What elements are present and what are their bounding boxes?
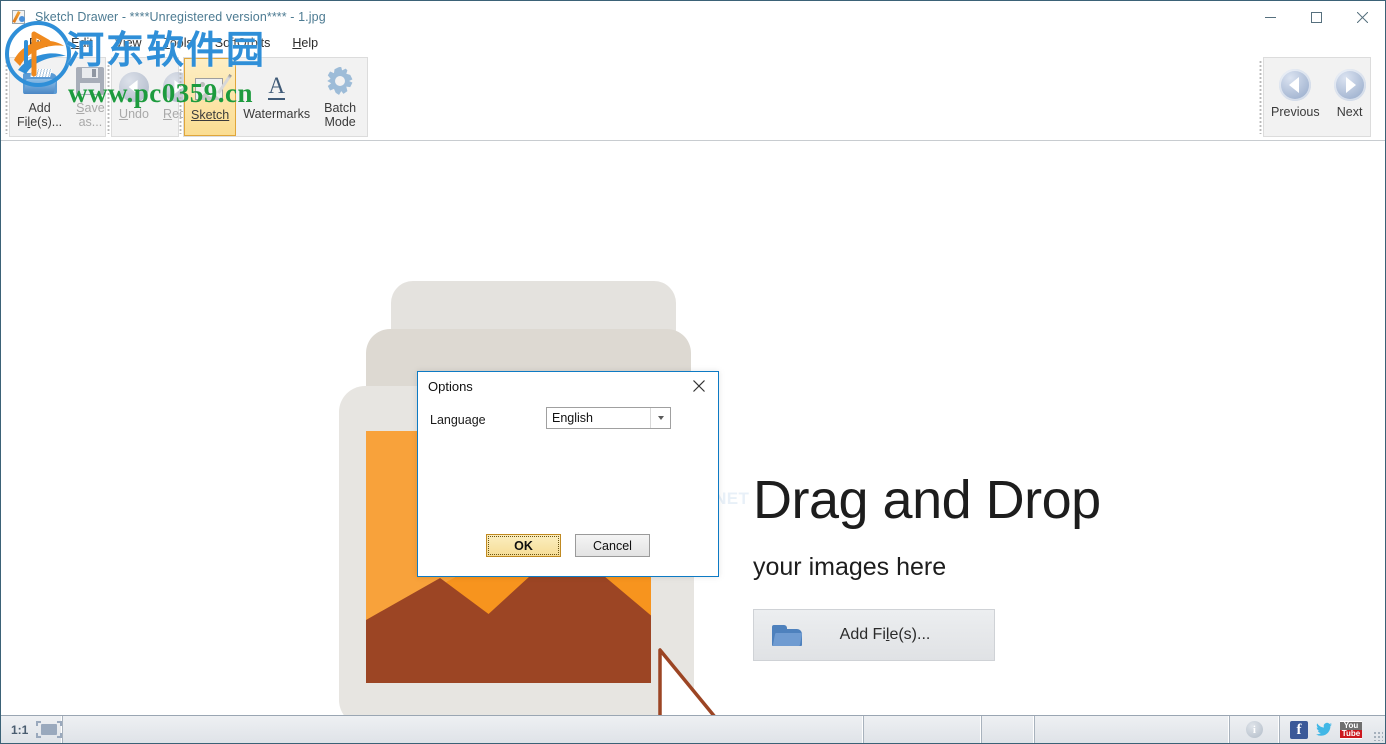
close-icon[interactable] bbox=[1339, 1, 1385, 33]
right-circle-arrow-icon bbox=[1334, 69, 1366, 101]
menu-softorbits[interactable]: SoftOrbits bbox=[204, 33, 282, 54]
application-window: Sketch Drawer - ****Unregistered version… bbox=[0, 0, 1386, 744]
title-bar: Sketch Drawer - ****Unregistered version… bbox=[1, 1, 1385, 33]
status-panel-3 bbox=[982, 716, 1035, 743]
letter-a-icon: A bbox=[263, 73, 291, 101]
dialog-title: Options bbox=[428, 379, 473, 394]
maximize-icon[interactable] bbox=[1293, 1, 1339, 33]
youtube-tube-label: Tube bbox=[1340, 730, 1362, 738]
toolbar-group-history: Undo Redo bbox=[111, 57, 179, 137]
minimize-icon[interactable] bbox=[1247, 1, 1293, 33]
menu-file[interactable]: File bbox=[18, 33, 60, 54]
next-label: Next bbox=[1337, 105, 1363, 119]
drop-subheadline: your images here bbox=[753, 553, 1101, 581]
toolbar: Add File(s)... Save as... bbox=[1, 54, 1385, 141]
language-label: Language bbox=[430, 413, 486, 427]
fit-to-screen-icon[interactable] bbox=[36, 721, 62, 738]
facebook-icon[interactable]: f bbox=[1290, 721, 1308, 739]
window-title: Sketch Drawer - ****Unregistered version… bbox=[35, 10, 326, 24]
zoom-level-label: 1:1 bbox=[11, 723, 28, 737]
menu-tools[interactable]: Tools bbox=[153, 33, 204, 54]
add-files-button[interactable]: Add File(s)... bbox=[10, 58, 69, 136]
menu-bar: File Edit View Tools SoftOrbits Help bbox=[1, 33, 1385, 54]
gear-icon bbox=[326, 67, 354, 95]
sketch-label: Sketch bbox=[191, 108, 229, 122]
drop-headline: Drag and Drop bbox=[753, 471, 1101, 529]
zoom-level-panel[interactable]: 1:1 bbox=[1, 716, 63, 743]
menu-edit-label: dit bbox=[80, 36, 93, 50]
menu-file-label: ile bbox=[37, 36, 50, 50]
dialog-close-icon[interactable] bbox=[684, 375, 714, 397]
cursor-arrow-icon bbox=[654, 646, 734, 715]
left-circle-arrow-icon bbox=[1279, 69, 1311, 101]
watermarks-label: Watermarks bbox=[243, 107, 310, 121]
menu-edit-mnemonic: E bbox=[71, 36, 79, 50]
status-panel-2 bbox=[864, 716, 982, 743]
window-controls bbox=[1247, 1, 1385, 33]
cancel-button[interactable]: Cancel bbox=[575, 534, 650, 557]
undo-arrow-icon bbox=[119, 72, 149, 102]
social-links: f You Tube bbox=[1280, 716, 1372, 743]
add-files-large-button[interactable]: Add File(s)... bbox=[753, 609, 995, 661]
menu-help-label: elp bbox=[301, 36, 318, 50]
add-files-large-label: Add File(s)... bbox=[802, 626, 994, 644]
chevron-down-icon[interactable] bbox=[650, 408, 670, 428]
menu-softorbits-label: SoftOrbits bbox=[215, 36, 271, 50]
status-bar: 1:1 i f You Tube bbox=[1, 715, 1385, 743]
open-folder-icon bbox=[23, 68, 57, 94]
batch-mode-button[interactable]: BatchMode bbox=[317, 58, 363, 136]
floppy-disk-icon bbox=[76, 67, 104, 95]
menu-tools-label: ools bbox=[170, 36, 193, 50]
undo-label: Undo bbox=[119, 107, 149, 121]
sketch-button[interactable]: Sketch bbox=[184, 58, 236, 136]
sketch-drawer-icon bbox=[11, 9, 27, 25]
info-button[interactable]: i bbox=[1230, 716, 1280, 743]
undo-button[interactable]: Undo bbox=[112, 58, 156, 136]
language-select[interactable]: English bbox=[546, 407, 671, 429]
youtube-icon[interactable]: You Tube bbox=[1340, 721, 1362, 739]
ok-button[interactable]: OK bbox=[486, 534, 561, 557]
info-icon: i bbox=[1246, 721, 1263, 738]
twitter-icon[interactable] bbox=[1315, 721, 1333, 739]
previous-button[interactable]: Previous bbox=[1264, 58, 1327, 136]
dialog-title-bar: Options bbox=[418, 372, 718, 401]
main-canvas: www.pHome.NET Drag and Drop your images bbox=[1, 141, 1385, 715]
sketch-picture-icon bbox=[195, 75, 225, 101]
menu-edit[interactable]: Edit bbox=[60, 33, 104, 54]
status-panel-4 bbox=[1035, 716, 1229, 743]
menu-view-label: iew bbox=[123, 36, 142, 50]
drop-instructions: Drag and Drop your images here Add File(… bbox=[753, 471, 1101, 661]
language-selected-value: English bbox=[547, 411, 650, 425]
watermarks-button[interactable]: A Watermarks bbox=[236, 58, 317, 136]
previous-label: Previous bbox=[1271, 105, 1320, 119]
menu-file-mnemonic: F bbox=[29, 36, 37, 50]
batch-mode-label: BatchMode bbox=[324, 101, 356, 129]
folder-icon bbox=[772, 625, 802, 646]
dialog-button-row: OK Cancel bbox=[418, 534, 718, 557]
menu-view-mnemonic: V bbox=[115, 36, 123, 50]
options-dialog: Options Language English OK Cancel bbox=[417, 371, 719, 577]
menu-view[interactable]: View bbox=[104, 33, 153, 54]
save-as-button[interactable]: Save as... bbox=[69, 58, 112, 136]
save-as-label: Save as... bbox=[76, 101, 105, 129]
dialog-body: Language English OK Cancel bbox=[418, 401, 718, 576]
status-panel-1 bbox=[63, 716, 864, 743]
toolbar-group-navigation: Previous Next bbox=[1263, 57, 1371, 137]
toolbar-group-file: Add File(s)... Save as... bbox=[9, 57, 106, 137]
next-button[interactable]: Next bbox=[1327, 58, 1373, 136]
resize-grip-icon[interactable] bbox=[1372, 716, 1385, 743]
toolbar-group-effects: Sketch A Watermarks BatchMode bbox=[183, 57, 368, 137]
add-files-label: Add File(s)... bbox=[17, 101, 62, 129]
menu-help[interactable]: Help bbox=[281, 33, 329, 54]
